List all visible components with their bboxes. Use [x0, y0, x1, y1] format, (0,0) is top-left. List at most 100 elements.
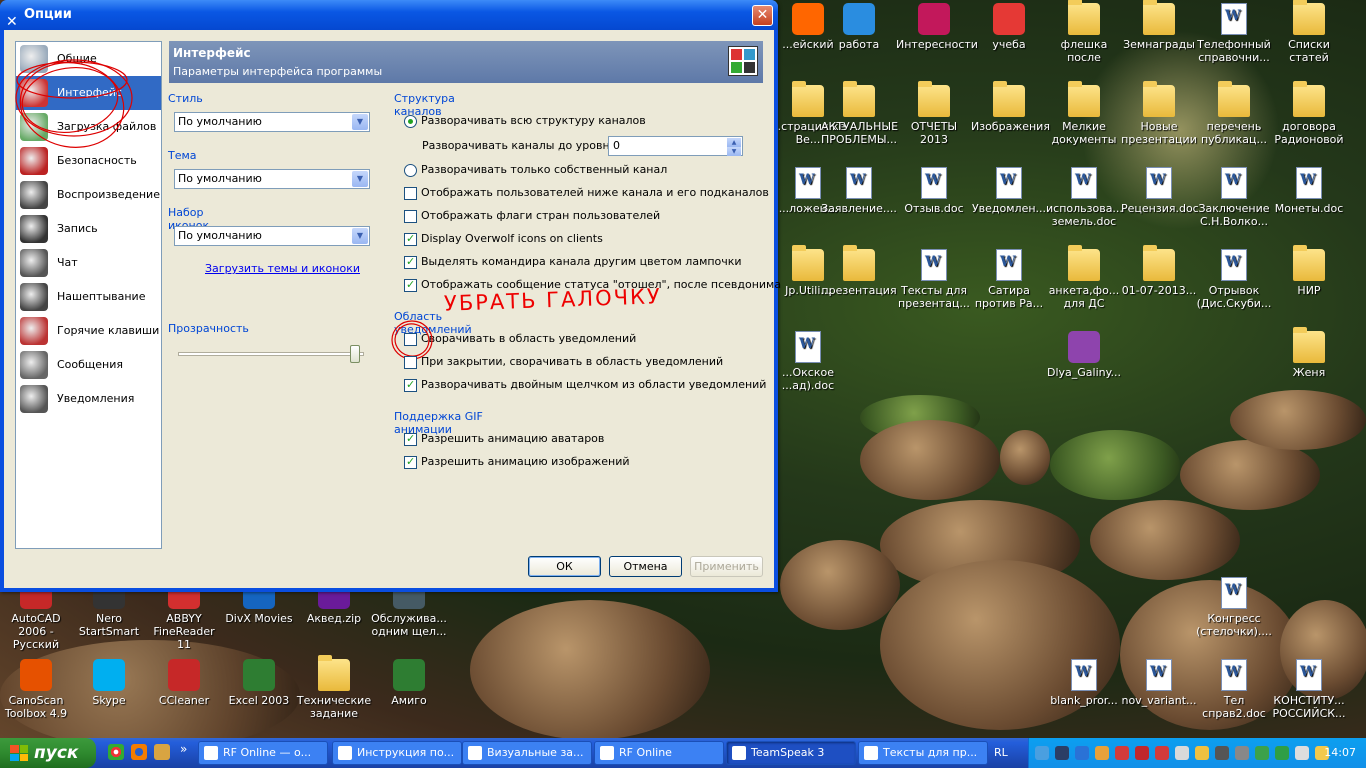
desktop-icon[interactable]: НИР — [1271, 245, 1347, 297]
tray-icon[interactable] — [1075, 746, 1089, 760]
app-icon[interactable] — [154, 744, 170, 760]
desktop-icon[interactable]: CanoScan Toolbox 4.9 — [0, 659, 74, 720]
iconset-select[interactable]: По умолчанию ▼ — [174, 226, 370, 246]
taskbar-button[interactable]: TeamSpeak 3 — [726, 741, 856, 765]
ok-button[interactable]: ОК — [528, 556, 601, 577]
checkbox-checked[interactable] — [404, 455, 417, 469]
apply-button[interactable]: Применить — [690, 556, 763, 577]
desktop-icon[interactable]: флешка после — [1046, 0, 1122, 64]
spin-up-icon[interactable]: ▲ — [727, 138, 741, 147]
tray-icon[interactable] — [1255, 746, 1269, 760]
tray-icon[interactable] — [1235, 746, 1249, 760]
desktop-icon[interactable]: CCleaner — [146, 659, 222, 707]
desktop-icon[interactable]: ...Окское ...ад).doc — [770, 331, 846, 392]
desktop-icon[interactable]: Конгресс (стелочки).... — [1196, 577, 1272, 638]
nav-item[interactable]: Горячие клавиши — [16, 314, 161, 348]
desktop-icon[interactable]: анкета,фо... для ДС — [1046, 245, 1122, 310]
checkbox[interactable] — [404, 187, 417, 200]
desktop-icon[interactable]: АКТУАЛЬНЫЕ ПРОБЛЕМЫ... — [821, 81, 898, 146]
desktop-icon[interactable]: nov_variant... — [1121, 659, 1197, 707]
desktop-icon[interactable]: 01-07-2013... — [1121, 245, 1197, 297]
desktop-icon[interactable]: Excel 2003 — [221, 659, 297, 707]
desktop-icon[interactable]: Земнаграды — [1121, 0, 1197, 51]
tray-icon[interactable] — [1175, 746, 1189, 760]
tray-icon[interactable] — [1155, 746, 1169, 760]
desktop-icon[interactable]: Новые презентации — [1121, 81, 1197, 146]
checkbox-checked[interactable] — [404, 432, 417, 446]
taskbar-button[interactable]: RF Online — о... — [198, 741, 328, 765]
desktop-icon[interactable]: Dlya_Galiny... — [1046, 331, 1122, 379]
tray-icon[interactable] — [1135, 746, 1149, 760]
desktop-icon[interactable]: Монеты.doc — [1271, 167, 1347, 215]
desktop-icon[interactable]: договора Радионовой — [1271, 81, 1347, 146]
desktop-icon[interactable]: Технические задание — [296, 655, 372, 720]
expand-level-spinner[interactable]: 0 ▲ ▼ — [608, 136, 743, 156]
start-button[interactable]: пуск — [0, 738, 96, 768]
clock[interactable]: 14:07 — [1324, 738, 1356, 768]
desktop-icon[interactable]: работа — [821, 3, 897, 51]
desktop-icon[interactable]: Заявление.... — [821, 167, 897, 215]
desktop-icon[interactable]: Заключение С.Н.Волко... — [1196, 167, 1272, 228]
desktop-icon[interactable]: КОНСТИТУ... РОССИЙСК... — [1271, 659, 1347, 720]
desktop-icon[interactable]: Изображения — [971, 81, 1050, 133]
desktop-icon[interactable]: Списки статей — [1271, 0, 1347, 64]
slider-thumb[interactable] — [349, 345, 360, 363]
desktop-icon[interactable]: Skype — [71, 659, 147, 707]
desktop-icon[interactable]: Мелкие документы — [1046, 81, 1122, 146]
checkbox[interactable] — [404, 210, 417, 223]
title-bar[interactable]: ✕ Опции ✕ — [0, 0, 778, 30]
language-indicator[interactable]: RL — [994, 738, 1008, 768]
taskbar-button[interactable]: Инструкция по... — [332, 741, 462, 765]
chevron-down-icon[interactable]: ▼ — [352, 114, 368, 130]
taskbar-button[interactable]: RF Online — [594, 741, 724, 765]
desktop-icon[interactable]: учеба — [971, 3, 1047, 51]
desktop-icon[interactable]: Интересности — [896, 3, 978, 51]
tray-icon[interactable] — [1295, 746, 1309, 760]
nav-item[interactable]: Чат — [16, 246, 161, 280]
desktop-icon[interactable]: Амиго — [371, 659, 447, 707]
tray-icon[interactable] — [1195, 746, 1209, 760]
tray-icon[interactable] — [1055, 746, 1069, 760]
desktop-icon[interactable]: перечень публикац... — [1196, 81, 1272, 146]
firefox-icon[interactable] — [131, 744, 147, 760]
nav-item[interactable]: Сообщения — [16, 348, 161, 382]
chevron-down-icon[interactable]: ▼ — [352, 171, 368, 187]
desktop-icon[interactable]: Отрывок (Дис.Скуби... — [1196, 249, 1272, 310]
tray-icon[interactable] — [1095, 746, 1109, 760]
checkbox[interactable] — [404, 356, 417, 369]
desktop-icon[interactable]: использова... земель.doc — [1046, 167, 1123, 228]
tray-icon[interactable] — [1115, 746, 1129, 760]
desktop-icon[interactable]: Рецензия.doc — [1121, 167, 1199, 215]
taskbar-button[interactable]: Визуальные за... — [462, 741, 592, 765]
nav-item[interactable]: Нашептывание — [16, 280, 161, 314]
tray-icon[interactable] — [1035, 746, 1049, 760]
desktop-icon[interactable]: Тел справ2.doc — [1196, 659, 1272, 720]
nav-item[interactable]: Уведомления — [16, 382, 161, 416]
tray-icon[interactable] — [1215, 746, 1229, 760]
desktop-icon[interactable]: blank_pror... — [1046, 659, 1122, 707]
theme-select[interactable]: По умолчанию ▼ — [174, 169, 370, 189]
quicklaunch-more[interactable]: » — [180, 742, 187, 756]
style-select[interactable]: По умолчанию ▼ — [174, 112, 370, 132]
close-button[interactable]: ✕ — [752, 5, 773, 26]
checkbox-checked[interactable] — [404, 232, 417, 246]
desktop-icon[interactable]: Отзыв.doc — [896, 167, 972, 215]
checkbox-checked[interactable] — [404, 378, 417, 392]
desktop-icon[interactable]: Сатира против Ра... — [971, 249, 1047, 310]
taskbar-button[interactable]: Тексты для пр... — [858, 741, 988, 765]
desktop-icon[interactable]: Телефонный справочни... — [1196, 3, 1272, 64]
desktop-icon[interactable]: Тексты для презентац... — [896, 249, 972, 310]
nav-item[interactable]: Запись — [16, 212, 161, 246]
desktop-icon[interactable]: ОТЧЕТЫ 2013 — [896, 81, 972, 146]
checkbox-checked[interactable] — [404, 255, 417, 269]
nav-item[interactable]: Воспроизведение — [16, 178, 161, 212]
desktop-icon[interactable]: презентация — [821, 245, 897, 297]
radio-selected[interactable] — [404, 115, 417, 128]
desktop-icon[interactable]: Уведомлен... — [971, 167, 1047, 215]
load-themes-link[interactable]: Загрузить темы и иконоки — [205, 262, 360, 275]
checkbox-checked[interactable] — [404, 278, 417, 292]
desktop-icon[interactable]: Женя — [1271, 327, 1347, 379]
spin-down-icon[interactable]: ▼ — [727, 147, 741, 156]
radio[interactable] — [404, 164, 417, 177]
tray-icon[interactable] — [1275, 746, 1289, 760]
